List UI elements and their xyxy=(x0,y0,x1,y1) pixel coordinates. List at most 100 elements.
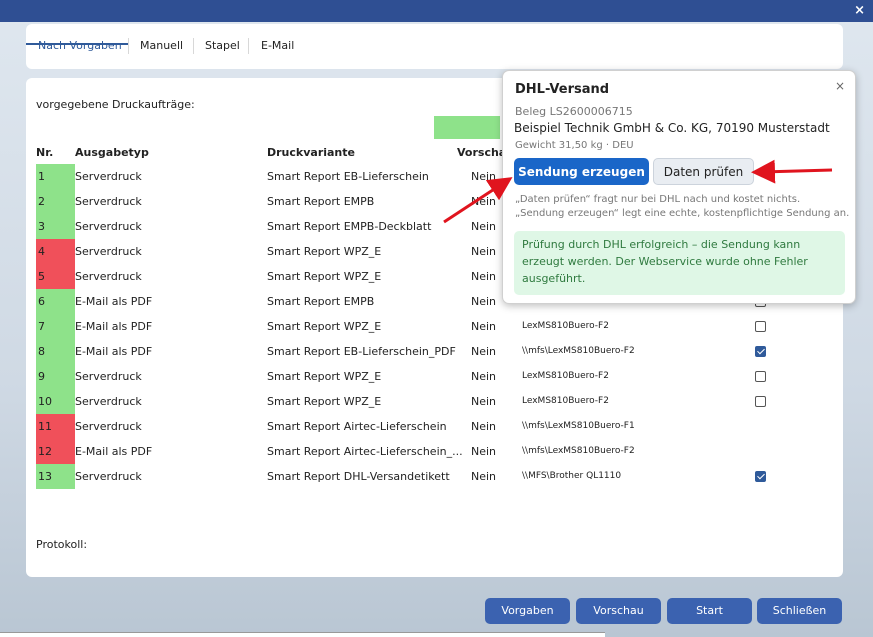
row-nr: 11 xyxy=(36,414,75,439)
popup-weight: Gewicht 31,50 kg · DEU xyxy=(515,140,634,151)
window-close-icon[interactable]: × xyxy=(854,3,865,18)
vorschau-button[interactable]: Vorschau xyxy=(576,598,661,624)
row-checkbox[interactable] xyxy=(755,346,766,357)
row-nr: 13 xyxy=(36,464,75,489)
schliessen-button[interactable]: Schließen xyxy=(757,598,842,624)
popup-company: Beispiel Technik GmbH & Co. KG, 70190 Mu… xyxy=(514,121,830,135)
table-row[interactable]: 7 E-Mail als PDF Smart Report WPZ_E Nein Lex… xyxy=(26,314,843,339)
row-ausgabetyp: E-Mail als PDF xyxy=(75,295,153,308)
row-vorschau: Nein xyxy=(471,295,497,308)
dhl-popup: DHL-Versand × Beleg LS2600006715 Beispie… xyxy=(502,70,856,304)
row-druckvariante: Smart Report WPZ_E xyxy=(267,395,382,408)
row-nr: 10 xyxy=(36,389,75,414)
table-row[interactable]: 8 E-Mail als PDF Smart Report EB-Liefersch… xyxy=(26,339,843,364)
row-vorschau: Nein xyxy=(471,220,497,233)
row-vorschau: Nein xyxy=(471,320,497,333)
row-druckvariante: Smart Report WPZ_E xyxy=(267,270,382,283)
row-ausgabetyp: Serverdruck xyxy=(75,470,142,483)
tab-email[interactable]: E-Mail xyxy=(261,39,294,52)
popup-beleg: Beleg LS2600006715 xyxy=(515,105,633,118)
row-druckvariante: Smart Report Airtec-Lieferschein xyxy=(267,420,447,433)
tab-manuell[interactable]: Manuell xyxy=(140,39,183,52)
row-ausgabetyp: Serverdruck xyxy=(75,270,142,283)
table-row[interactable]: 10 Serverdruck Smart Report WPZ_E Nein LexMS… xyxy=(26,389,843,414)
row-ausgabetyp: Serverdruck xyxy=(75,195,142,208)
row-ausgabetyp: Serverdruck xyxy=(75,420,142,433)
row-druckvariante: Smart Report WPZ_E xyxy=(267,370,382,383)
row-nr: 4 xyxy=(36,239,75,264)
row-nr: 12 xyxy=(36,439,75,464)
row-druckvariante: Smart Report EB-Lieferschein xyxy=(267,170,429,183)
popup-close-icon[interactable]: × xyxy=(835,79,845,93)
bottom-strip xyxy=(0,632,605,637)
table-row[interactable]: 9 Serverdruck Smart Report WPZ_E Nein LexMS8… xyxy=(26,364,843,389)
header-nr: Nr. xyxy=(36,146,54,159)
row-vorschau: Nein xyxy=(471,470,497,483)
row-vorschau: Nein xyxy=(471,270,497,283)
row-vorschau: Nein xyxy=(471,170,497,183)
row-druckvariante: Smart Report EMPB xyxy=(267,195,375,208)
row-druckvariante: Smart Report WPZ_E xyxy=(267,320,382,333)
row-nr: 3 xyxy=(36,214,75,239)
row-checkbox[interactable] xyxy=(755,321,766,332)
tab-separator xyxy=(248,38,249,54)
status-indicator xyxy=(434,116,500,139)
row-drucker: \\mfs\LexMS810Buero-F1 xyxy=(522,421,635,431)
row-druckvariante: Smart Report Airtec-Lieferschein_... xyxy=(267,445,463,458)
row-ausgabetyp: E-Mail als PDF xyxy=(75,345,153,358)
success-message: Prüfung durch DHL erfolgreich – die Send… xyxy=(514,231,845,295)
protokoll-label: Protokoll: xyxy=(36,538,88,551)
header-vorschau: Vorscha xyxy=(457,146,507,159)
tab-separator xyxy=(193,38,194,54)
row-nr: 9 xyxy=(36,364,75,389)
row-ausgabetyp: Serverdruck xyxy=(75,370,142,383)
check-data-button[interactable]: Daten prüfen xyxy=(653,158,754,185)
row-checkbox[interactable] xyxy=(755,396,766,407)
row-vorschau: Nein xyxy=(471,245,497,258)
tab-separator xyxy=(128,38,129,54)
row-druckvariante: Smart Report EMPB xyxy=(267,295,375,308)
row-nr: 7 xyxy=(36,314,75,339)
row-vorschau: Nein xyxy=(471,345,497,358)
row-vorschau: Nein xyxy=(471,420,497,433)
row-vorschau: Nein xyxy=(471,445,497,458)
row-ausgabetyp: Serverdruck xyxy=(75,245,142,258)
start-button[interactable]: Start xyxy=(667,598,752,624)
row-druckvariante: Smart Report WPZ_E xyxy=(267,245,382,258)
tab-bar: Nach Vorgaben Manuell Stapel E-Mail xyxy=(26,24,843,69)
row-nr: 2 xyxy=(36,189,75,214)
table-row[interactable]: 12 E-Mail als PDF Smart Report Airtec-Lief… xyxy=(26,439,843,464)
create-shipment-button[interactable]: Sendung erzeugen xyxy=(514,158,649,185)
row-druckvariante: Smart Report EB-Lieferschein_PDF xyxy=(267,345,456,358)
row-drucker: \\mfs\LexMS810Buero-F2 xyxy=(522,446,635,456)
tab-nach-vorgaben[interactable]: Nach Vorgaben xyxy=(38,39,122,52)
row-drucker: \\mfs\LexMS810Buero-F2 xyxy=(522,346,635,356)
row-checkbox[interactable] xyxy=(755,471,766,482)
row-druckvariante: Smart Report EMPB-Deckblatt xyxy=(267,220,432,233)
header-druckvariante: Druckvariante xyxy=(267,146,355,159)
row-vorschau: Nein xyxy=(471,195,497,208)
row-nr: 6 xyxy=(36,289,75,314)
table-row[interactable]: 11 Serverdruck Smart Report Airtec-Liefers… xyxy=(26,414,843,439)
row-nr: 8 xyxy=(36,339,75,364)
row-ausgabetyp: Serverdruck xyxy=(75,395,142,408)
row-nr: 1 xyxy=(36,164,75,189)
row-vorschau: Nein xyxy=(471,370,497,383)
row-checkbox[interactable] xyxy=(755,371,766,382)
tab-stapel[interactable]: Stapel xyxy=(205,39,240,52)
row-ausgabetyp: Serverdruck xyxy=(75,170,142,183)
row-ausgabetyp: Serverdruck xyxy=(75,220,142,233)
vorgaben-button[interactable]: Vorgaben xyxy=(485,598,570,624)
row-ausgabetyp: E-Mail als PDF xyxy=(75,445,153,458)
popup-hint: „Daten prüfen“ fragt nur bei DHL nach un… xyxy=(515,194,850,219)
row-ausgabetyp: E-Mail als PDF xyxy=(75,320,153,333)
window-titlebar: × xyxy=(0,0,873,22)
row-vorschau: Nein xyxy=(471,395,497,408)
row-drucker: \\MFS\Brother QL1110 xyxy=(522,471,622,481)
jobs-label: vorgegebene Druckaufträge: xyxy=(36,98,195,111)
active-tab-indicator xyxy=(26,43,128,45)
table-row[interactable]: 13 Serverdruck Smart Report DHL-Versandeti… xyxy=(26,464,843,489)
popup-title: DHL-Versand xyxy=(515,82,610,97)
row-drucker: LexMS810Buero-F2 xyxy=(522,371,609,381)
row-druckvariante: Smart Report DHL-Versandetikett xyxy=(267,470,450,483)
